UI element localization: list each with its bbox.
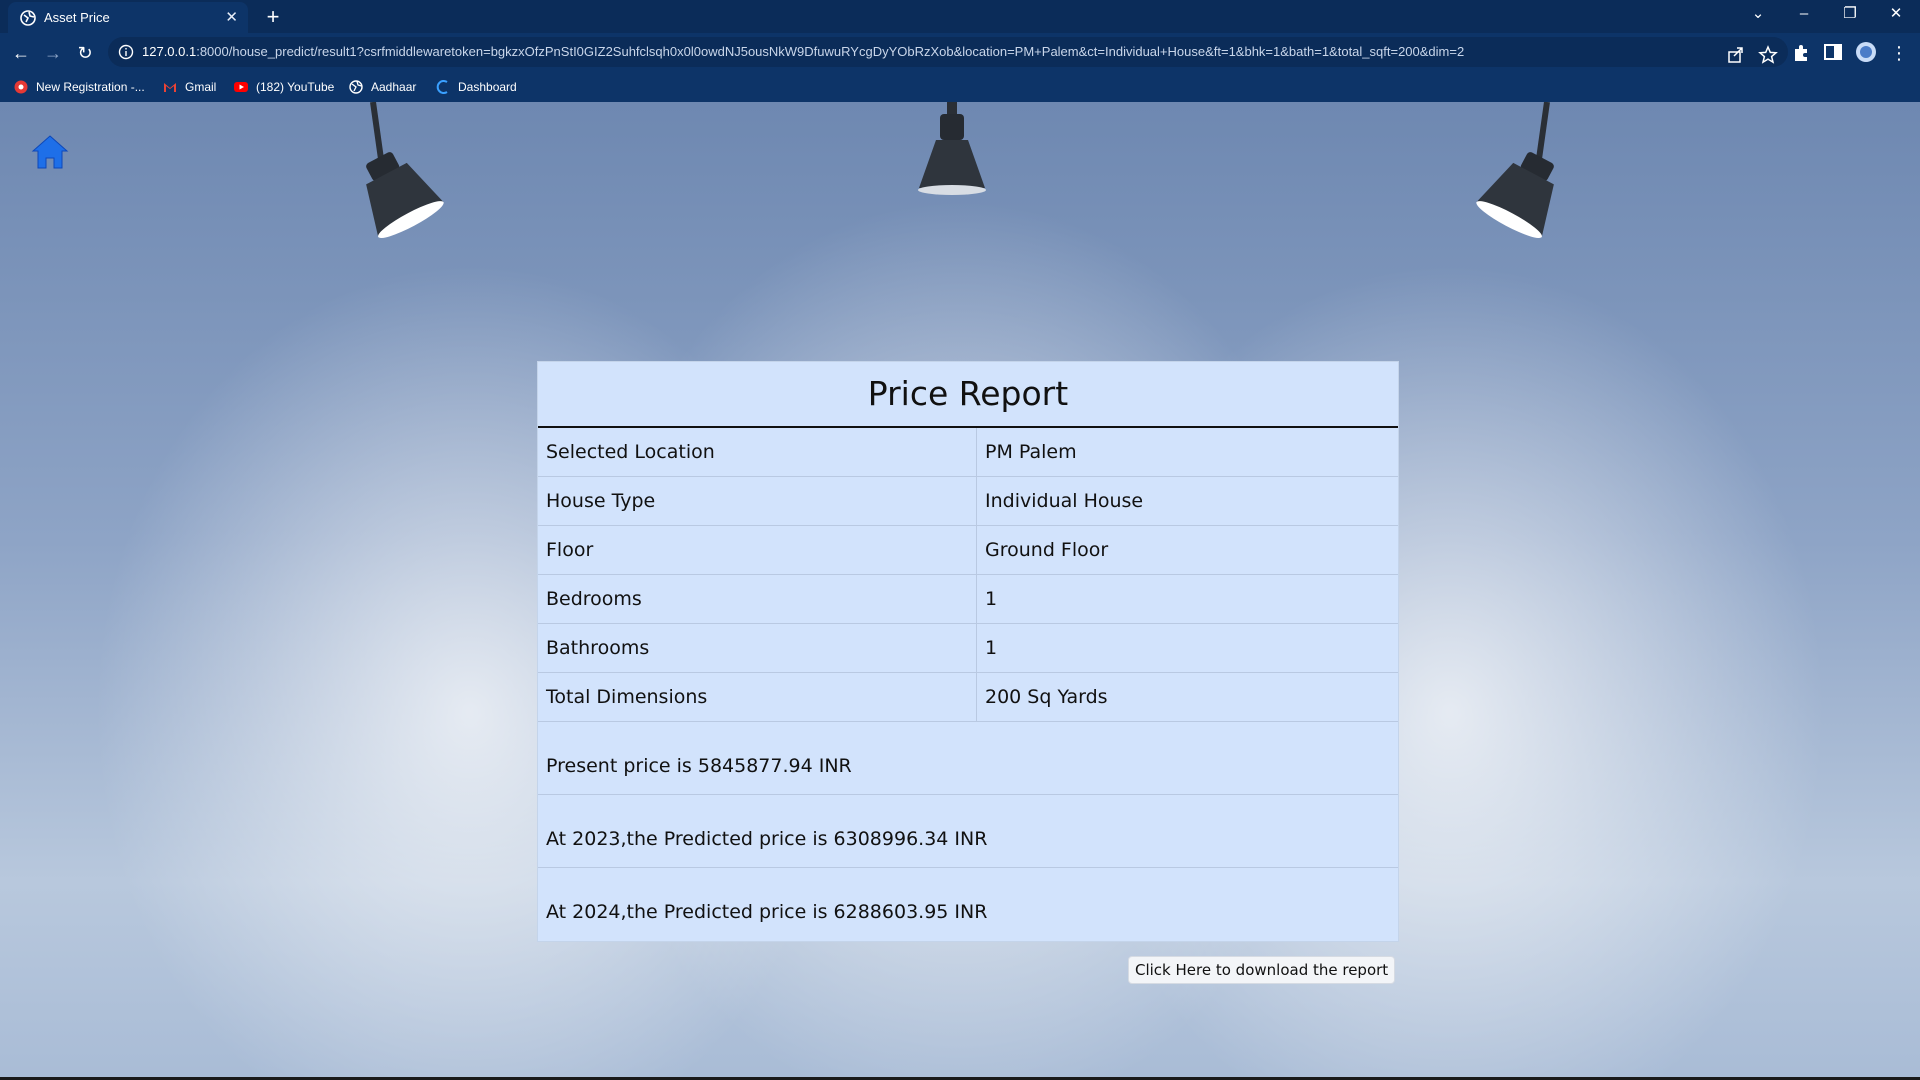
- url-path: :8000/house_predict/result1?csrfmiddlewa…: [196, 44, 1465, 59]
- close-window-button[interactable]: ✕: [1874, 0, 1918, 30]
- tab-search-icon[interactable]: ⌄: [1736, 0, 1780, 30]
- table-row: Floor Ground Floor: [538, 526, 1398, 575]
- forward-button[interactable]: →: [40, 40, 66, 66]
- table-row: Total Dimensions 200 Sq Yards: [538, 673, 1398, 722]
- red-circle-icon: [14, 80, 28, 94]
- globe-icon: [20, 10, 36, 26]
- row-label: House Type: [538, 477, 977, 525]
- browser-toolbar: ← → ↻ 127.0.0.1:8000/house_predict/resul…: [0, 33, 1920, 71]
- download-report-button[interactable]: Click Here to download the report: [1128, 956, 1396, 984]
- row-label: Total Dimensions: [538, 673, 977, 721]
- youtube-icon: [234, 82, 248, 92]
- bookmark-label: Aadhaar: [371, 80, 417, 94]
- bookmark-label: Gmail: [185, 80, 217, 94]
- bookmark-label: Dashboard: [458, 80, 517, 94]
- profile-avatar-icon[interactable]: [1855, 41, 1877, 63]
- bookmark-gmail[interactable]: Gmail: [163, 77, 216, 97]
- predicted-price-2023: At 2023,the Predicted price is 6308996.3…: [538, 795, 1398, 868]
- share-icon[interactable]: [1726, 45, 1746, 65]
- row-label: Bedrooms: [538, 575, 977, 623]
- url-text: 127.0.0.1:8000/house_predict/result1?csr…: [142, 44, 1464, 59]
- tab-strip: Asset Price ✕ + ⌄ – ❐ ✕: [0, 0, 1920, 33]
- bookmark-dashboard[interactable]: Dashboard: [436, 77, 517, 97]
- right-spotlight: [1476, 102, 1554, 238]
- dashboard-icon: [436, 80, 448, 94]
- center-spotlight: [918, 102, 986, 195]
- row-value: PM Palem: [985, 441, 1077, 463]
- side-panel-icon[interactable]: [1822, 41, 1844, 63]
- browser-frame: Asset Price ✕ + ⌄ – ❐ ✕ ← → ↻ 127.0.0.1:…: [0, 0, 1920, 102]
- restore-button[interactable]: ❐: [1828, 0, 1872, 30]
- reload-button[interactable]: ↻: [72, 40, 98, 66]
- bookmarks-bar: New Registration -... Gmail (182) YouTub…: [0, 71, 1920, 102]
- info-icon[interactable]: [118, 44, 134, 60]
- bookmark-aadhaar[interactable]: Aadhaar: [349, 77, 416, 97]
- bookmark-label: (182) YouTube: [256, 80, 335, 94]
- report-title: Price Report: [538, 362, 1398, 428]
- globe-icon: [349, 80, 363, 94]
- left-spotlight: [366, 102, 444, 238]
- table-row: Bathrooms 1: [538, 624, 1398, 673]
- url-host: 127.0.0.1: [142, 44, 197, 59]
- close-tab-icon[interactable]: ✕: [225, 8, 238, 26]
- bookmark-youtube[interactable]: (182) YouTube: [234, 77, 334, 97]
- table-row: Selected Location PM Palem: [538, 428, 1398, 477]
- bookmark-star-icon[interactable]: [1758, 45, 1778, 65]
- row-value: 1: [985, 637, 998, 659]
- bookmark-new-registration[interactable]: New Registration -...: [14, 77, 145, 97]
- row-value: Ground Floor: [985, 539, 1109, 561]
- predicted-price-2024: At 2024,the Predicted price is 6288603.9…: [546, 901, 988, 923]
- present-price: Present price is 5845877.94 INR: [538, 722, 1398, 795]
- address-bar[interactable]: 127.0.0.1:8000/house_predict/result1?csr…: [108, 37, 1788, 67]
- table-row: House Type Individual House: [538, 477, 1398, 526]
- price-report-table: Price Report Selected Location PM Palem …: [537, 361, 1399, 942]
- row-value: 200 Sq Yards: [985, 686, 1108, 708]
- home-icon[interactable]: [30, 132, 70, 172]
- gmail-icon: [164, 83, 176, 92]
- new-tab-button[interactable]: +: [260, 4, 286, 30]
- extensions-icon[interactable]: [1790, 41, 1812, 63]
- row-value: Individual House: [985, 490, 1144, 512]
- row-label: Bathrooms: [538, 624, 977, 672]
- table-row: Bedrooms 1: [538, 575, 1398, 624]
- minimize-button[interactable]: –: [1782, 0, 1826, 30]
- tab-asset-price[interactable]: Asset Price ✕: [8, 2, 248, 33]
- row-label: Floor: [538, 526, 977, 574]
- tab-title: Asset Price: [44, 10, 110, 25]
- bookmark-label: New Registration -...: [36, 80, 145, 94]
- menu-icon[interactable]: ⋮: [1886, 40, 1912, 66]
- row-value: 1: [985, 588, 998, 610]
- row-label: Selected Location: [538, 428, 977, 476]
- back-button[interactable]: ←: [8, 40, 34, 66]
- page-background: Price Report Selected Location PM Palem …: [0, 102, 1920, 1077]
